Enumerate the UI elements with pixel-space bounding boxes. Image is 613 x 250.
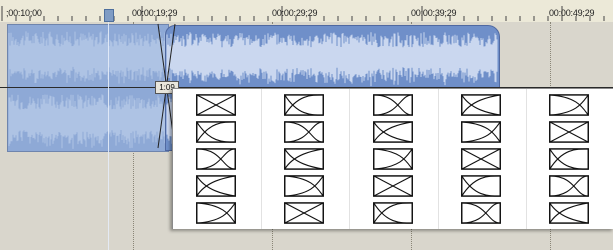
crossfade-curve-icon[interactable] [372, 94, 414, 116]
crossfade-curve-icon[interactable] [548, 121, 590, 143]
crossfade-curve-icon[interactable] [283, 148, 325, 170]
timecode-00-49-29: 00:00:49;29 [549, 8, 595, 18]
crossfade-curve-icon[interactable] [460, 202, 502, 224]
timecode-00-10-00: ;00:10;00 [6, 8, 42, 18]
crossfade-curve-icon[interactable] [195, 202, 237, 224]
timecode-00-39-29: 00:00:39;29 [411, 8, 457, 18]
audio-clip-left[interactable] [7, 24, 169, 152]
crossfade-curve-icon[interactable] [460, 148, 502, 170]
menu-column-divider [261, 89, 262, 229]
crossfade-curve-icon[interactable] [372, 148, 414, 170]
crossfade-curve-icon[interactable] [195, 94, 237, 116]
playhead-line [108, 22, 109, 250]
crossfade-curve-icon[interactable] [460, 121, 502, 143]
crossfade-curve-icon[interactable] [372, 202, 414, 224]
crossfade-curve-icon[interactable] [372, 175, 414, 197]
crossfade-curve-icon[interactable] [283, 202, 325, 224]
timeline-ruler[interactable]: ;00:10;00 00:00:19;29 00:00:29;29 00:00:… [0, 0, 613, 23]
playhead-handle[interactable] [104, 9, 114, 22]
timecode-00-29-29: 00:00:29;29 [272, 8, 318, 18]
crossfade-curve-icon[interactable] [195, 175, 237, 197]
fade-type-menu [172, 88, 613, 229]
crossfade-curve-icon[interactable] [460, 94, 502, 116]
crossfade-curve-icon[interactable] [283, 175, 325, 197]
crossfade-curve-icon[interactable] [548, 94, 590, 116]
crossfade-curve-icon[interactable] [548, 202, 590, 224]
crossfade-curve-icon[interactable] [548, 175, 590, 197]
menu-column-divider [438, 89, 439, 229]
crossfade-curve-icon[interactable] [283, 94, 325, 116]
waveform-left [8, 31, 167, 149]
menu-column-divider [349, 89, 350, 229]
audio-editor-timeline: ;00:10;00 00:00:19;29 00:00:29;29 00:00:… [0, 0, 613, 250]
menu-column-divider [526, 89, 527, 229]
crossfade-curve-icon[interactable] [460, 175, 502, 197]
crossfade-curve-icon[interactable] [548, 148, 590, 170]
crossfade-curve-icon[interactable] [195, 148, 237, 170]
crossfade-curve-icon[interactable] [372, 121, 414, 143]
crossfade-curve-icon[interactable] [283, 121, 325, 143]
crossfade-curve-icon[interactable] [195, 121, 237, 143]
timecode-00-19-29: 00:00:19;29 [132, 8, 178, 18]
